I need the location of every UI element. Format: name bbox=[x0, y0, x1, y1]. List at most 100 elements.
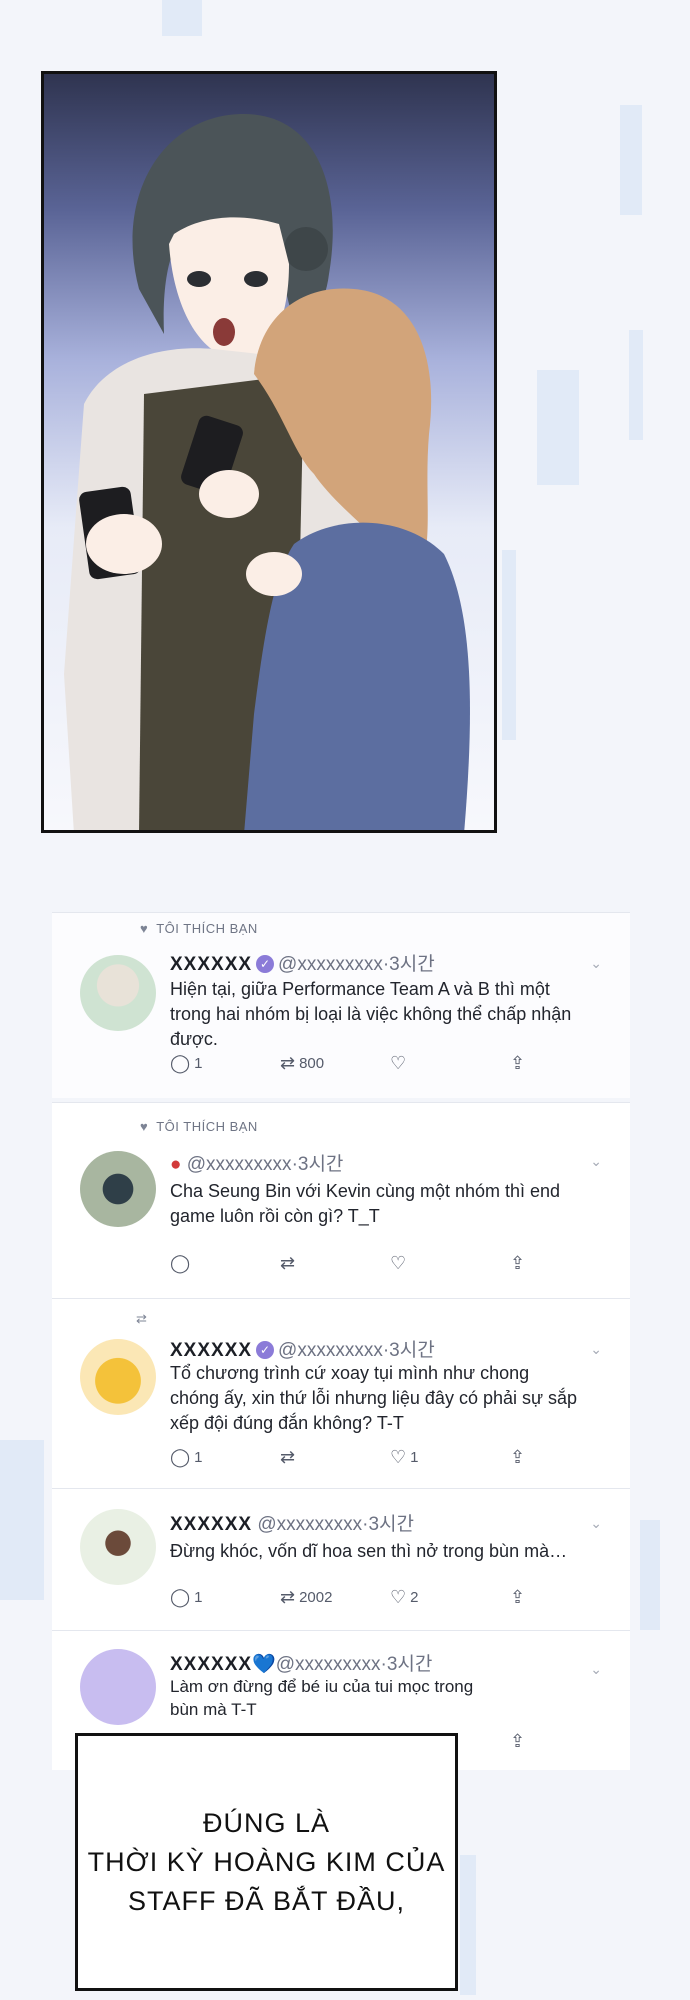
share-button[interactable]: ⇪ bbox=[510, 1731, 529, 1752]
caption-line: ĐÚNG LÀ bbox=[202, 1807, 331, 1838]
user-handle[interactable]: @xxxxxxxxx bbox=[278, 1340, 383, 1361]
tweet-text: Hiện tại, giữa Performance Team A và B t… bbox=[170, 979, 572, 1049]
retweet-button[interactable]: ⇄ 2002 bbox=[280, 1587, 332, 1608]
user-name[interactable]: XXXXXX bbox=[170, 1654, 252, 1675]
avatar[interactable] bbox=[80, 1339, 156, 1415]
reply-button[interactable]: ◯1 bbox=[170, 1587, 203, 1608]
manga-panel bbox=[41, 71, 497, 833]
caption-line: STAFF ĐÃ BẮT ĐẦU, bbox=[127, 1885, 406, 1916]
heart-icon: ♥ bbox=[140, 921, 149, 936]
chevron-down-icon[interactable]: ⌄ bbox=[590, 1661, 602, 1678]
heart-icon: ♥ bbox=[140, 1119, 149, 1134]
background-stripe bbox=[460, 1855, 476, 1995]
background-stripe bbox=[162, 0, 202, 36]
user-name[interactable]: XXXXXX bbox=[170, 1514, 252, 1535]
like-button[interactable]: ♡ bbox=[390, 1253, 410, 1274]
share-button[interactable]: ⇪ bbox=[510, 1253, 529, 1274]
reply-button[interactable]: ◯1 bbox=[170, 1053, 203, 1074]
share-button[interactable]: ⇪ bbox=[510, 1587, 529, 1608]
heart-icon: ♡ bbox=[390, 1053, 407, 1073]
user-handle[interactable]: @xxxxxxxxx bbox=[276, 1654, 381, 1675]
share-button[interactable]: ⇪ bbox=[510, 1053, 529, 1074]
reply-icon: ◯ bbox=[170, 1253, 191, 1273]
narration-caption: ĐÚNG LÀ THỜI KỲ HOÀNG KIM CỦA STAFF ĐÃ B… bbox=[75, 1733, 458, 1991]
tweet-time: ·3시간 bbox=[382, 954, 435, 975]
verified-badge-icon: ✓ bbox=[256, 1341, 275, 1359]
avatar[interactable] bbox=[80, 1649, 156, 1725]
share-icon: ⇪ bbox=[510, 1447, 526, 1467]
tweet-actions: ◯ 1 ⇄ ♡ 1 ⇪ bbox=[170, 1447, 580, 1469]
tweet-header: XXXXXX💙@xxxxxxxxx·3시간 bbox=[170, 1649, 432, 1676]
background-stripe bbox=[620, 105, 642, 215]
reply-icon: ◯ bbox=[170, 1587, 191, 1607]
retweet-button[interactable]: ⇄ bbox=[280, 1253, 299, 1274]
reply-icon: ◯ bbox=[170, 1053, 191, 1073]
like-button[interactable]: ♡ bbox=[390, 1053, 410, 1074]
tweet-text: Làm ơn đừng để bé iu của tui mọc trong b… bbox=[170, 1677, 474, 1719]
share-icon: ⇪ bbox=[510, 1731, 526, 1751]
tweet-text: Đừng khóc, vốn dĩ hoa sen thì nở trong b… bbox=[170, 1541, 568, 1561]
retweet-icon: ⇄ bbox=[280, 1253, 296, 1273]
user-name[interactable]: XXXXXX bbox=[170, 1340, 252, 1361]
retweet-button[interactable]: ⇄ bbox=[280, 1447, 299, 1468]
heart-icon: ♡ bbox=[390, 1587, 407, 1607]
tweet-context: ♥ TÔI THÍCH BẠN bbox=[140, 921, 258, 936]
heart-icon: ♡ bbox=[390, 1253, 407, 1273]
tweet-text: Cha Seung Bin với Kevin cùng một nhóm th… bbox=[170, 1181, 561, 1226]
reply-button[interactable]: ◯1 bbox=[170, 1447, 203, 1468]
user-handle[interactable]: @xxxxxxxxx bbox=[257, 1514, 362, 1535]
tweet-time: ·3시간 bbox=[380, 1654, 433, 1675]
reply-icon: ◯ bbox=[170, 1447, 191, 1467]
chevron-down-icon[interactable]: ⌄ bbox=[590, 1515, 602, 1532]
tweet-context: ♥ TÔI THÍCH BẠN bbox=[140, 1119, 258, 1134]
background-stripe bbox=[537, 370, 579, 485]
chevron-down-icon[interactable]: ⌄ bbox=[590, 1341, 602, 1358]
tweet-card[interactable]: ♥ TÔI THÍCH BẠN XXXXXX ✓ @xxxxxxxxx·3시간 ⌄ H… bbox=[52, 912, 630, 1098]
tweet-actions: ◯ ⇄ ♡ ⇪ bbox=[170, 1253, 580, 1275]
tweet-header: XXXXXX @xxxxxxxxx·3시간 bbox=[170, 1509, 414, 1536]
background-stripe bbox=[629, 330, 643, 440]
verified-badge-icon: ✓ bbox=[256, 955, 275, 973]
tweet-time: ·3시간 bbox=[362, 1514, 414, 1535]
tweet-header: XXXXXX ✓ @xxxxxxxxx·3시간 bbox=[170, 949, 435, 976]
retweet-indicator: ⇄ bbox=[136, 1311, 155, 1327]
retweet-icon: ⇄ bbox=[280, 1447, 296, 1467]
like-button[interactable]: ♡2 bbox=[390, 1587, 418, 1608]
tweet-header: XXXXXX ✓ @xxxxxxxxx·3시간 bbox=[170, 1335, 435, 1362]
chevron-down-icon[interactable]: ⌄ bbox=[590, 955, 602, 972]
manga-illustration bbox=[64, 114, 470, 830]
caption-line: THỜI KỲ HOÀNG KIM CỦA bbox=[87, 1846, 446, 1877]
tweet-header: ● @xxxxxxxxx·3시간 bbox=[170, 1149, 343, 1176]
retweet-icon: ⇄ bbox=[280, 1587, 296, 1607]
tweet-time: ·3시간 bbox=[291, 1154, 344, 1175]
tweet-card[interactable]: XXXXXX @xxxxxxxxx·3시간 ⌄ Đừng khóc, vốn d… bbox=[52, 1488, 630, 1630]
share-icon: ⇪ bbox=[510, 1253, 526, 1273]
retweet-icon: ⇄ bbox=[136, 1311, 148, 1326]
user-name[interactable]: XXXXXX bbox=[170, 954, 252, 975]
reply-button[interactable]: ◯ bbox=[170, 1253, 194, 1274]
heart-icon: ♡ bbox=[390, 1447, 407, 1467]
user-handle[interactable]: @xxxxxxxxx bbox=[278, 954, 383, 975]
like-button[interactable]: ♡ 1 bbox=[390, 1447, 418, 1468]
avatar[interactable] bbox=[80, 1151, 156, 1227]
background-stripe bbox=[502, 550, 516, 740]
tweet-actions: ◯ 1 ⇄ 2002 ♡ 2 ⇪ bbox=[170, 1587, 580, 1609]
tweet-card[interactable]: ♥ TÔI THÍCH BẠN ● @xxxxxxxxx·3시간 ⌄ Cha Se… bbox=[52, 1102, 630, 1298]
background-stripe bbox=[640, 1520, 660, 1630]
blue-heart-icon: 💙 bbox=[252, 1654, 276, 1675]
share-icon: ⇪ bbox=[510, 1587, 526, 1607]
apple-icon: ● bbox=[170, 1154, 182, 1175]
tweet-text: Tổ chương trình cứ xoay tụi mình như cho… bbox=[170, 1363, 578, 1433]
retweet-button[interactable]: ⇄ 800 bbox=[280, 1053, 324, 1074]
avatar[interactable] bbox=[80, 1509, 156, 1585]
retweet-icon: ⇄ bbox=[280, 1053, 296, 1073]
user-handle[interactable]: @xxxxxxxxx bbox=[187, 1154, 292, 1175]
share-button[interactable]: ⇪ bbox=[510, 1447, 529, 1468]
tweet-time: ·3시간 bbox=[382, 1340, 435, 1361]
tweet-actions: ◯ 1 ⇄ 800 ♡ ⇪ bbox=[170, 1053, 580, 1075]
tweet-card[interactable]: ⇄ XXXXXX ✓ @xxxxxxxxx·3시간 ⌄ Tổ chương trìn… bbox=[52, 1298, 630, 1488]
avatar[interactable] bbox=[80, 955, 156, 1031]
share-icon: ⇪ bbox=[510, 1053, 526, 1073]
background-stripe bbox=[0, 1440, 44, 1600]
chevron-down-icon[interactable]: ⌄ bbox=[590, 1153, 602, 1170]
